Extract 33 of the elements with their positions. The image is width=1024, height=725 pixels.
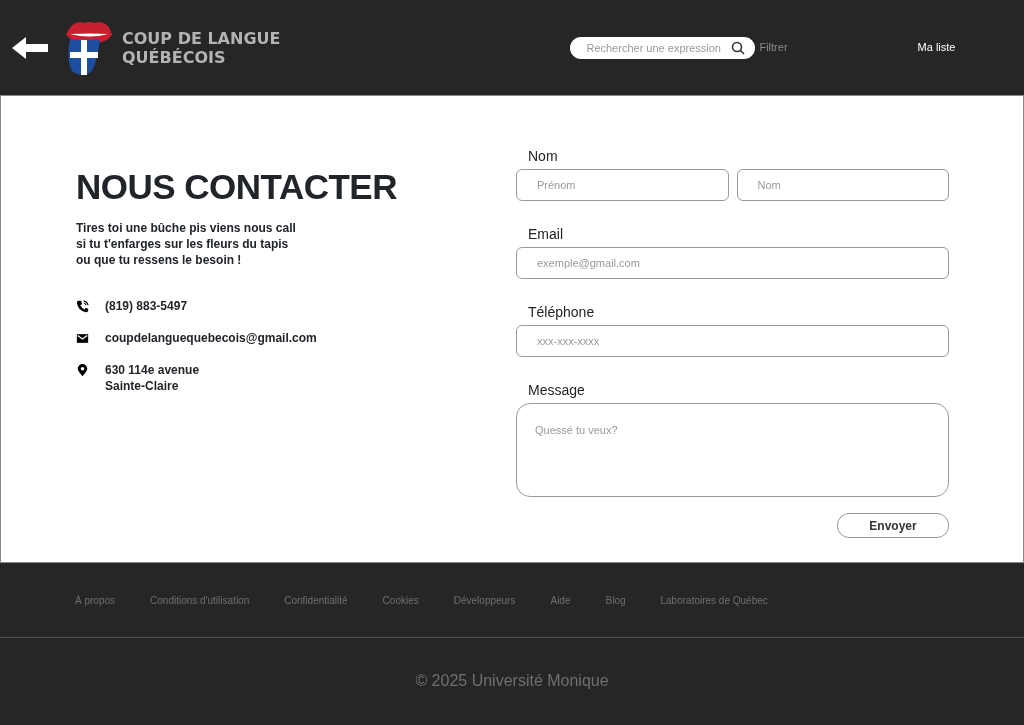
footer-link[interactable]: Blog [605, 592, 626, 608]
intro-text: Tires toi une bûche pis viens nous call si tu t'enfarges sur les fleurs du tapis ou que tu ressens le besoin ! [76, 220, 297, 268]
contact-text: (819) 883-5497 [105, 298, 188, 314]
field-label: Message [528, 381, 586, 400]
mail-icon [76, 332, 89, 345]
footer-link[interactable]: Cookies [382, 592, 419, 608]
input-field[interactable]: Prénom [516, 169, 729, 201]
copyright-text: © 2025 Université Monique [415, 671, 609, 691]
location-pin-icon [76, 364, 89, 377]
footer-link[interactable]: Conditions d'utilisation [150, 592, 250, 608]
filter-link[interactable]: Filtrer [759, 39, 788, 56]
input-field[interactable]: Nom [736, 169, 949, 201]
send-button[interactable]: Envoyer [837, 513, 949, 538]
message-field[interactable]: Quessé tu veux? [516, 403, 949, 497]
search-icon[interactable] [731, 40, 746, 55]
footer-link[interactable]: Aide [550, 592, 571, 608]
footer-link[interactable]: Développeurs [453, 592, 516, 608]
page-title: NOUS CONTACTER [76, 166, 398, 208]
my-list-link[interactable]: Ma liste [917, 39, 956, 56]
field-label: Nom [528, 147, 559, 166]
field-label: Email [528, 225, 564, 244]
footer-link[interactable]: À propos [75, 592, 116, 608]
input-field[interactable]: xxx-xxx-xxxx [516, 325, 949, 357]
footer-link[interactable]: Laboratoires de Québec [660, 592, 768, 608]
contact-text: 630 114e avenue Sainte-Claire [105, 362, 200, 394]
footer-link[interactable]: Confidentialité [284, 592, 348, 608]
phone-icon [76, 300, 89, 313]
input-field[interactable]: exemple@gmail.com [516, 247, 949, 279]
field-label: Téléphone [528, 303, 596, 322]
back-arrow-icon[interactable] [12, 36, 48, 59]
search-field[interactable]: Rechercher une expression [570, 36, 756, 59]
logo-text[interactable]: COUP DE LANGUE QUÉBÉCOIS [122, 28, 281, 67]
contact-text: coupdelanguequebecois@gmail.com [105, 330, 317, 346]
